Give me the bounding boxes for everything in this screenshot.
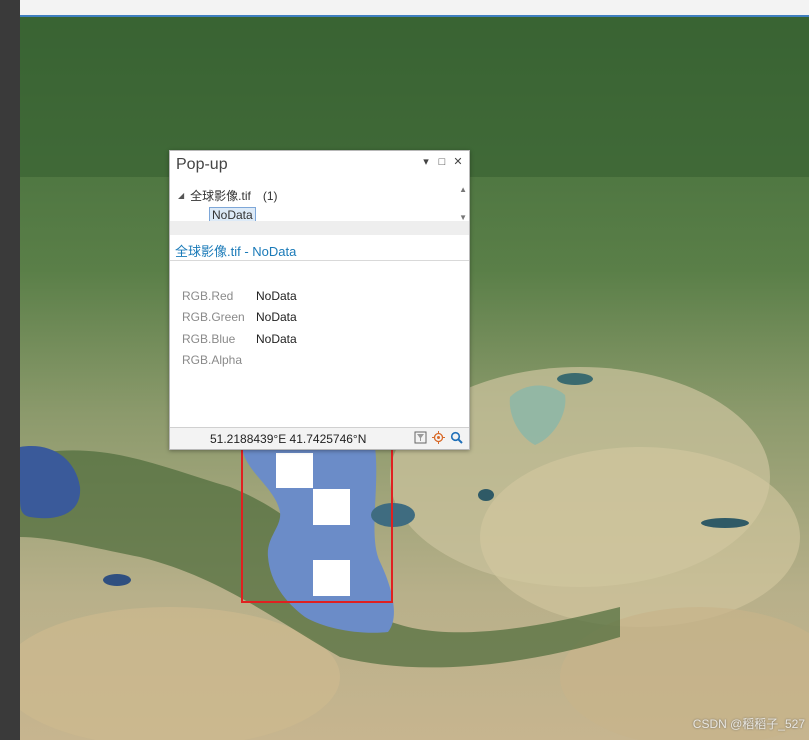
tree-scroll-band — [170, 221, 469, 235]
popup-window[interactable]: Pop-up ▾ □ ✕ ◢ 全球影像.tif (1) NoData ▲ ▼ 全… — [169, 150, 470, 450]
attribute-name: RGB.Red — [182, 288, 234, 303]
left-edge-panel — [0, 0, 20, 740]
divider — [170, 260, 469, 261]
scroll-up-icon[interactable]: ▲ — [459, 185, 467, 194]
feature-tree: ◢ 全球影像.tif (1) NoData ▲ ▼ — [170, 183, 469, 235]
attribute-row: RGB.Alpha — [182, 350, 297, 372]
menu-dropdown-icon[interactable]: ▾ — [421, 157, 431, 168]
popup-title: Pop-up — [176, 156, 228, 173]
collapse-triangle-icon[interactable]: ◢ — [178, 191, 184, 200]
top-toolbar-strip — [20, 0, 809, 17]
attribute-name: RGB.Alpha — [182, 353, 243, 368]
attribute-name: RGB.Blue — [182, 331, 236, 346]
restore-icon[interactable]: □ — [437, 157, 447, 168]
filter-icon[interactable] — [414, 431, 427, 444]
tree-layer-count: (1) — [262, 188, 278, 203]
attribute-value: NoData — [256, 288, 297, 303]
attribute-row: RGB.Red NoData — [182, 285, 297, 307]
search-icon[interactable] — [450, 431, 463, 444]
locate-icon[interactable] — [432, 431, 445, 444]
attribute-row: RGB.Green NoData — [182, 307, 297, 329]
attribute-row: RGB.Blue NoData — [182, 328, 297, 350]
close-icon[interactable]: ✕ — [453, 157, 463, 168]
attribute-value: NoData — [256, 310, 297, 325]
popup-footer: 51.2188439°E 41.7425746°N — [170, 427, 469, 449]
attribute-name: RGB.Green — [182, 310, 245, 325]
attribute-table: RGB.Red NoData RGB.Green NoData RGB.Blue… — [182, 285, 297, 371]
watermark: CSDN @稻稻子_527 — [692, 717, 805, 731]
tree-layer-name: 全球影像.tif — [190, 189, 251, 203]
coordinate-readout: 51.2188439°E 41.7425746°N — [210, 432, 367, 446]
feature-title: 全球影像.tif - NoData — [175, 244, 297, 259]
highlight-box — [241, 446, 393, 603]
tree-layer-row[interactable]: ◢ 全球影像.tif (1) — [178, 187, 278, 204]
attribute-value: NoData — [256, 331, 297, 346]
